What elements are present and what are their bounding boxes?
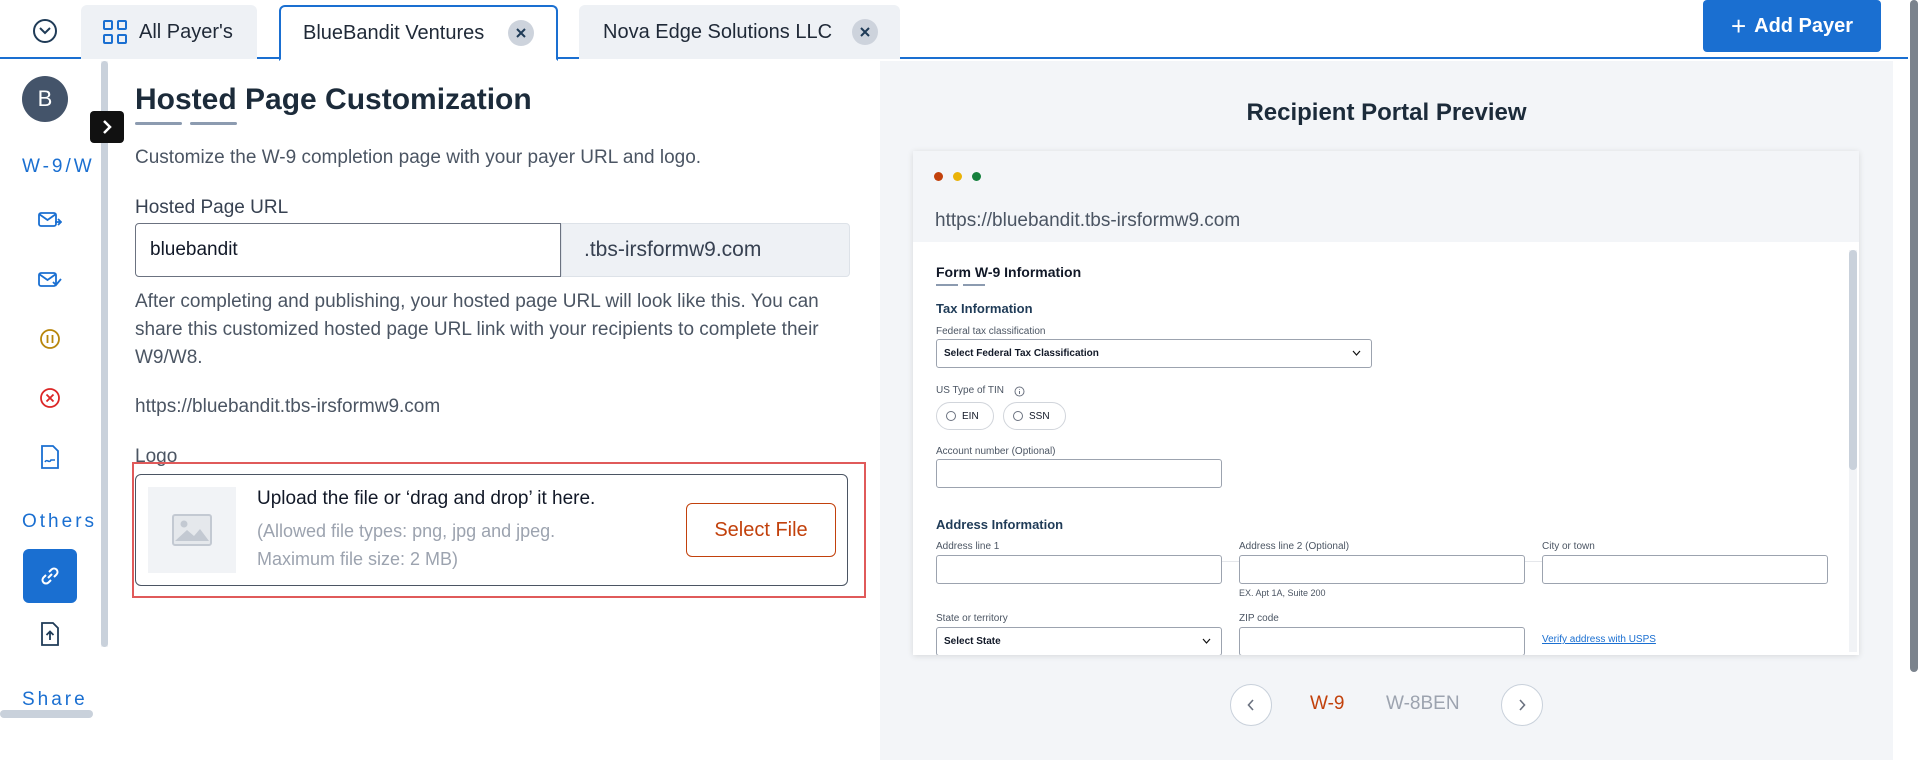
upload-icon[interactable] xyxy=(36,620,64,648)
preview-title: Recipient Portal Preview xyxy=(1246,99,1527,126)
state-select: Select State xyxy=(936,627,1222,655)
close-icon[interactable] xyxy=(852,19,878,45)
form-title: Form W-9 Information xyxy=(936,264,1082,280)
upload-constraints: (Allowed file types: png, jpg and jpeg. … xyxy=(257,517,555,573)
top-tab-bar: All Payer's BlueBandit Ventures Nova Edg… xyxy=(0,0,1920,61)
previous-form-button[interactable] xyxy=(1230,684,1272,726)
upload-title: Upload the file or ‘drag and drop’ it he… xyxy=(257,488,596,509)
tab-bluebandit-ventures[interactable]: BlueBandit Ventures xyxy=(279,5,558,61)
address-info-heading: Address Information xyxy=(936,517,1064,532)
addr1-label: Address line 1 xyxy=(936,541,1000,552)
tab-nova-edge[interactable]: Nova Edge Solutions LLC xyxy=(579,5,900,59)
sidebar-section-share: Share xyxy=(22,689,88,710)
addr2-label: Address line 2 (Optional) xyxy=(1239,541,1350,552)
title-underline xyxy=(190,122,237,125)
title-underline xyxy=(963,284,985,286)
logo-upload-dropzone[interactable]: Upload the file or ‘drag and drop’ it he… xyxy=(135,474,848,586)
sidebar-section-w9: W-9/W-8 xyxy=(22,156,94,177)
hosted-url-help: After completing and publishing, your ho… xyxy=(135,291,819,368)
window-dot xyxy=(934,172,943,181)
collapse-chevron-icon[interactable] xyxy=(33,19,57,43)
tab-bluebandit-label: BlueBandit Ventures xyxy=(303,21,485,44)
addr2-hint: EX. Apt 1A, Suite 200 xyxy=(1239,588,1326,598)
preview-scrollbar[interactable] xyxy=(1849,250,1857,470)
addr1-input xyxy=(936,555,1222,584)
tin-ein-radio: EIN xyxy=(936,402,994,430)
zip-label: ZIP code xyxy=(1239,613,1279,624)
expand-sidebar-button[interactable] xyxy=(90,111,124,143)
tin-type-label: US Type of TIN xyxy=(936,385,1004,396)
mail-check-icon[interactable] xyxy=(36,266,64,294)
page-scrollbar[interactable] xyxy=(1910,0,1918,672)
title-underline xyxy=(936,284,958,286)
window-dot xyxy=(972,172,981,181)
add-payer-label: Add Payer xyxy=(1754,14,1854,37)
upload-types: (Allowed file types: png, jpg and jpeg. xyxy=(257,521,556,541)
chevron-down-icon xyxy=(1352,350,1361,356)
tin-ssn-label: SSN xyxy=(1029,410,1050,422)
send-mail-icon[interactable] xyxy=(36,206,64,234)
info-icon xyxy=(1014,386,1025,397)
fed-class-value: Select Federal Tax Classification xyxy=(944,348,1099,359)
hosted-url-input[interactable] xyxy=(135,223,561,277)
close-icon[interactable] xyxy=(508,20,534,46)
city-input xyxy=(1542,555,1828,584)
recipient-portal-preview: Recipient Portal Preview https://blueban… xyxy=(880,61,1893,760)
grid-icon xyxy=(103,20,127,44)
next-form-button[interactable] xyxy=(1501,684,1543,726)
pause-circle-icon[interactable] xyxy=(36,325,64,353)
tab-nova-edge-label: Nova Edge Solutions LLC xyxy=(603,20,833,43)
tab-all-payers[interactable]: All Payer's xyxy=(81,5,257,59)
select-file-button[interactable]: Select File xyxy=(686,503,836,557)
state-value: Select State xyxy=(944,636,1001,647)
fed-class-select: Select Federal Tax Classification xyxy=(936,339,1372,368)
browser-titlebar xyxy=(913,151,1859,199)
addr2-input xyxy=(1239,555,1525,584)
tab-all-payers-label: All Payer's xyxy=(139,20,233,43)
account-input xyxy=(936,459,1222,488)
x-circle-icon[interactable] xyxy=(36,384,64,412)
chevron-down-icon xyxy=(1202,638,1211,644)
page-title: Hosted Page Customization xyxy=(135,83,532,116)
browser-address-bar: https://bluebandit.tbs-irsformw9.com xyxy=(913,199,1859,242)
sidebar-scrollbar[interactable] xyxy=(101,61,108,647)
tax-info-heading: Tax Information xyxy=(936,301,1033,316)
verify-usps-link: Verify address with USPS xyxy=(1542,634,1656,645)
fed-class-label: Federal tax classification xyxy=(936,326,1046,337)
title-underline xyxy=(135,122,182,125)
city-label: City or town xyxy=(1542,541,1595,552)
chevron-right-icon xyxy=(1519,699,1526,711)
state-label: State or territory xyxy=(936,613,1008,624)
avatar[interactable]: B xyxy=(22,76,68,122)
page-subtitle: Customize the W-9 completion page with y… xyxy=(135,147,702,168)
window-dot xyxy=(953,172,962,181)
hosted-url-label: Hosted Page URL xyxy=(135,197,289,218)
hosted-url-suffix: .tbs-irsformw9.com xyxy=(561,223,850,277)
sidebar-section-others: Others xyxy=(22,511,94,532)
zip-input xyxy=(1239,627,1525,655)
tin-ssn-radio: SSN xyxy=(1003,402,1066,430)
link-icon xyxy=(41,567,59,585)
hosted-url-preview: https://bluebandit.tbs-irsformw9.com xyxy=(135,396,441,417)
plus-icon: + xyxy=(1730,10,1747,41)
pager-w8ben[interactable]: W-8BEN xyxy=(1386,693,1460,715)
signed-document-icon[interactable] xyxy=(36,443,64,471)
image-placeholder-icon xyxy=(148,487,236,573)
browser-mockup: https://bluebandit.tbs-irsformw9.com For… xyxy=(913,151,1859,655)
add-payer-button[interactable]: + Add Payer xyxy=(1703,0,1881,52)
sidebar-item-hosted-page[interactable] xyxy=(23,549,77,603)
upload-size: Maximum file size: 2 MB) xyxy=(257,549,459,569)
sidebar-horizontal-scrollbar[interactable] xyxy=(0,710,93,718)
tin-ein-label: EIN xyxy=(962,410,979,422)
chevron-left-icon xyxy=(1247,699,1254,711)
pager-w9[interactable]: W-9 xyxy=(1310,693,1344,715)
account-label: Account number (Optional) xyxy=(936,446,1056,457)
page-scrollbar-track xyxy=(1908,0,1920,760)
